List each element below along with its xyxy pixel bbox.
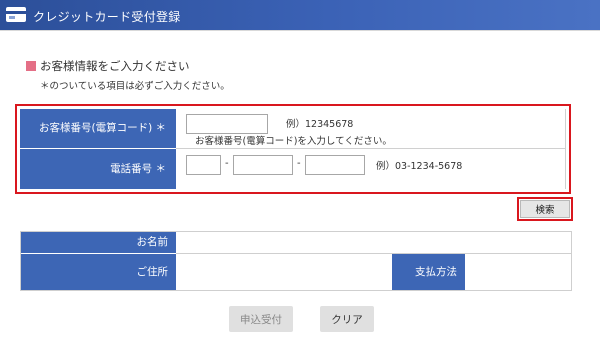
title-bar: クレジットカード受付登録 bbox=[0, 0, 600, 30]
section-title: お客様情報をご入力ください bbox=[40, 59, 190, 73]
phone-input-2[interactable] bbox=[233, 155, 293, 175]
customer-number-hint: お客様番号(電算コード)を入力してください。 bbox=[195, 136, 392, 147]
payment-method-label: 支払方法 bbox=[392, 254, 465, 290]
phone-label: 電話番号 ＊ bbox=[20, 149, 176, 189]
section-marker-icon bbox=[26, 61, 36, 71]
customer-number-example: 例）12345678 bbox=[286, 119, 354, 130]
info-row-divider bbox=[176, 253, 571, 254]
required-note: ＊のついている項目は必ずご入力ください。 bbox=[40, 81, 230, 92]
phone-separator-1: - bbox=[225, 158, 229, 169]
page-title: クレジットカード受付登録 bbox=[33, 10, 181, 24]
form-border bbox=[565, 109, 566, 189]
clear-button[interactable]: クリア bbox=[320, 306, 374, 332]
name-label: お名前 bbox=[21, 232, 176, 253]
phone-input-1[interactable] bbox=[186, 155, 221, 175]
credit-card-icon bbox=[6, 7, 26, 22]
search-button[interactable]: 検索 bbox=[520, 200, 570, 218]
address-label: ご住所 bbox=[21, 254, 176, 290]
phone-example: 例）03-1234-5678 bbox=[376, 161, 463, 172]
customer-number-input[interactable] bbox=[186, 114, 268, 134]
row-divider bbox=[176, 148, 566, 149]
apply-button[interactable]: 申込受付 bbox=[229, 306, 293, 332]
customer-number-label: お客様番号(電算コード) ＊ bbox=[20, 109, 176, 148]
title-divider bbox=[0, 30, 600, 31]
phone-separator-2: - bbox=[297, 158, 301, 169]
phone-input-3[interactable] bbox=[305, 155, 365, 175]
